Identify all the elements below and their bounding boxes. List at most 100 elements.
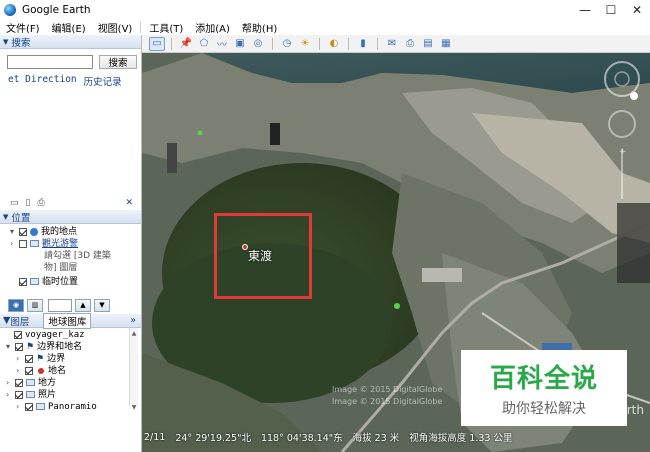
folder-icon[interactable]: ▭ xyxy=(10,198,19,208)
flag-icon: ⚑ xyxy=(36,354,45,364)
layer-item[interactable]: › 地名 xyxy=(16,365,141,377)
status-bar: 2/11 24° 29'19.25"北 118° 04'38.14"东 海拔 2… xyxy=(142,430,650,445)
image-overlay-icon[interactable]: ▣ xyxy=(232,37,248,51)
maximize-button[interactable]: ☐ xyxy=(598,0,624,20)
checkbox[interactable] xyxy=(15,379,23,387)
switch-planet-icon[interactable]: ◐ xyxy=(326,37,342,51)
expand-icon[interactable]: › xyxy=(6,389,13,401)
menu-add[interactable]: 添加(A) xyxy=(189,20,236,35)
placemark-icon[interactable]: 📌 xyxy=(178,37,194,51)
place-label[interactable]: 東渡 xyxy=(248,247,272,264)
map-view-3d[interactable]: 東渡 Image © 2015 DigitalGlobe Image © 201… xyxy=(142,53,650,452)
record-tour-icon[interactable]: ◎ xyxy=(250,37,266,51)
move-up-icon[interactable]: ▲ xyxy=(75,298,91,312)
view-in-maps-icon[interactable]: ▦ xyxy=(438,37,454,51)
layers-panel-header[interactable]: ▼ 图层 地球图库 » xyxy=(0,312,141,329)
move-down-icon[interactable]: ▼ xyxy=(94,298,110,312)
expand-icon[interactable]: ▾ xyxy=(6,341,13,353)
expand-icon[interactable]: › xyxy=(16,365,23,377)
ruler-icon[interactable]: ▮ xyxy=(355,37,371,51)
search-input[interactable] xyxy=(7,55,93,69)
panel-toggle-icon[interactable]: ▥ xyxy=(27,298,43,312)
expand-icon[interactable]: › xyxy=(16,401,23,413)
scroll-up-icon[interactable]: ▲ xyxy=(130,328,138,340)
layer-item[interactable]: ▾ ⚑ 边界和地名 xyxy=(6,341,141,353)
checkbox[interactable] xyxy=(25,403,33,411)
look-joystick-icon[interactable] xyxy=(604,61,640,97)
place-pin-icon xyxy=(38,368,44,374)
checkbox[interactable] xyxy=(19,240,27,248)
menu-separator xyxy=(140,22,142,33)
close-button[interactable]: ✕ xyxy=(624,0,650,20)
menu-help[interactable]: 帮助(H) xyxy=(236,20,283,35)
layer-item[interactable]: › 地方 xyxy=(6,377,141,389)
search-panel-toolbar: ▭ ▯ ⎙ ✕ xyxy=(0,196,141,210)
print-icon[interactable]: ⎙ xyxy=(37,198,44,208)
tab-get-directions[interactable]: et Direction xyxy=(8,74,77,88)
layer-item[interactable]: › Panoramio xyxy=(16,401,141,413)
status-date: 2/11 xyxy=(144,431,166,443)
checkbox[interactable] xyxy=(15,391,23,399)
layer-item[interactable]: voyager_kaz xyxy=(14,329,141,341)
search-results-area xyxy=(0,88,141,196)
more-chevron-icon[interactable]: » xyxy=(130,315,136,326)
folder-icon xyxy=(26,379,35,386)
checkbox[interactable] xyxy=(25,355,33,363)
window-title: Google Earth xyxy=(22,4,91,16)
layer-item[interactable]: › 照片 xyxy=(6,389,141,401)
menu-file[interactable]: 文件(F) xyxy=(0,20,46,35)
tab-history[interactable]: 历史记录 xyxy=(84,74,122,88)
blank-field[interactable] xyxy=(48,298,72,312)
tree-hint-line: 物] 圖層 xyxy=(44,263,78,273)
earth-gallery-button[interactable]: 地球图库 xyxy=(43,312,92,329)
main-toolbar: ▭ 📌 ⬠ 〰 ▣ ◎ ◷ ☀ ◐ ▮ ✉ ⎙ ▤ ▦ xyxy=(142,35,650,53)
tree-item-temporary[interactable]: 临时位置 xyxy=(10,276,141,288)
email-icon[interactable]: ✉ xyxy=(384,37,400,51)
search-panel-header[interactable]: ▼ 搜索 xyxy=(0,35,141,49)
tree-item-my-places[interactable]: ▾ 我的地点 xyxy=(10,226,141,238)
layers-tree: voyager_kaz ▾ ⚑ 边界和地名 › ⚑ 边界 › 地名 › 地方 ›… xyxy=(0,328,141,413)
scroll-down-icon[interactable]: ▼ xyxy=(130,402,138,414)
save-image-icon[interactable]: ▤ xyxy=(420,37,436,51)
imagery-credit: Image © 2015 DigitalGlobe xyxy=(332,385,443,394)
north-reset-icon[interactable] xyxy=(630,92,638,100)
clear-search-icon[interactable]: ✕ xyxy=(125,198,133,208)
polygon-icon[interactable]: ⬠ xyxy=(196,37,212,51)
title-bar: Google Earth — ☐ ✕ xyxy=(0,0,650,20)
minimize-button[interactable]: — xyxy=(572,0,598,20)
places-panel-header[interactable]: ▼ 位置 xyxy=(0,210,141,224)
historical-imagery-icon[interactable]: ◷ xyxy=(279,37,295,51)
navigation-controls[interactable]: + xyxy=(602,59,642,209)
checkbox[interactable] xyxy=(19,228,27,236)
collapse-triangle-icon: ▼ xyxy=(3,212,9,221)
search-tabs: et Direction 历史记录 xyxy=(0,71,141,88)
move-joystick-icon[interactable] xyxy=(608,110,636,138)
sunlight-icon[interactable]: ☀ xyxy=(297,37,313,51)
layers-scrollbar[interactable]: ▲ ▼ xyxy=(129,328,138,411)
expand-icon[interactable]: › xyxy=(6,377,13,389)
search-view-icon[interactable]: ◉ xyxy=(8,298,24,312)
globe-icon xyxy=(30,228,38,236)
status-elevation: 海拔 23 米 xyxy=(352,433,400,444)
tree-hint-line: 請勾選 [3D 建築 xyxy=(44,251,111,261)
layer-item[interactable]: › ⚑ 边界 xyxy=(16,353,141,365)
menu-tools[interactable]: 工具(T) xyxy=(143,20,189,35)
copy-icon[interactable]: ▯ xyxy=(26,198,31,208)
menu-view[interactable]: 视图(V) xyxy=(92,20,139,35)
checkbox[interactable] xyxy=(19,278,27,286)
expand-icon[interactable]: › xyxy=(16,353,23,365)
checkbox[interactable] xyxy=(15,343,23,351)
expand-icon[interactable]: ▾ xyxy=(10,226,17,238)
brand-watermark-box: 百科全说 助你轻松解决 xyxy=(461,350,627,426)
folder-icon xyxy=(26,391,35,398)
path-icon[interactable]: 〰 xyxy=(214,37,230,51)
checkbox[interactable] xyxy=(25,367,33,375)
imagery-credit: Image © 2015 DigitalGlobe xyxy=(332,397,443,406)
expand-icon[interactable]: › xyxy=(10,238,17,250)
checkbox[interactable] xyxy=(14,331,22,339)
menu-edit[interactable]: 编辑(E) xyxy=(46,20,92,35)
search-button[interactable]: 搜索 xyxy=(99,55,137,69)
tree-item-sightseeing[interactable]: › 觀光游警 xyxy=(10,238,141,250)
print-icon[interactable]: ⎙ xyxy=(402,37,418,51)
sidebar-toggle-icon[interactable]: ▭ xyxy=(149,36,165,51)
